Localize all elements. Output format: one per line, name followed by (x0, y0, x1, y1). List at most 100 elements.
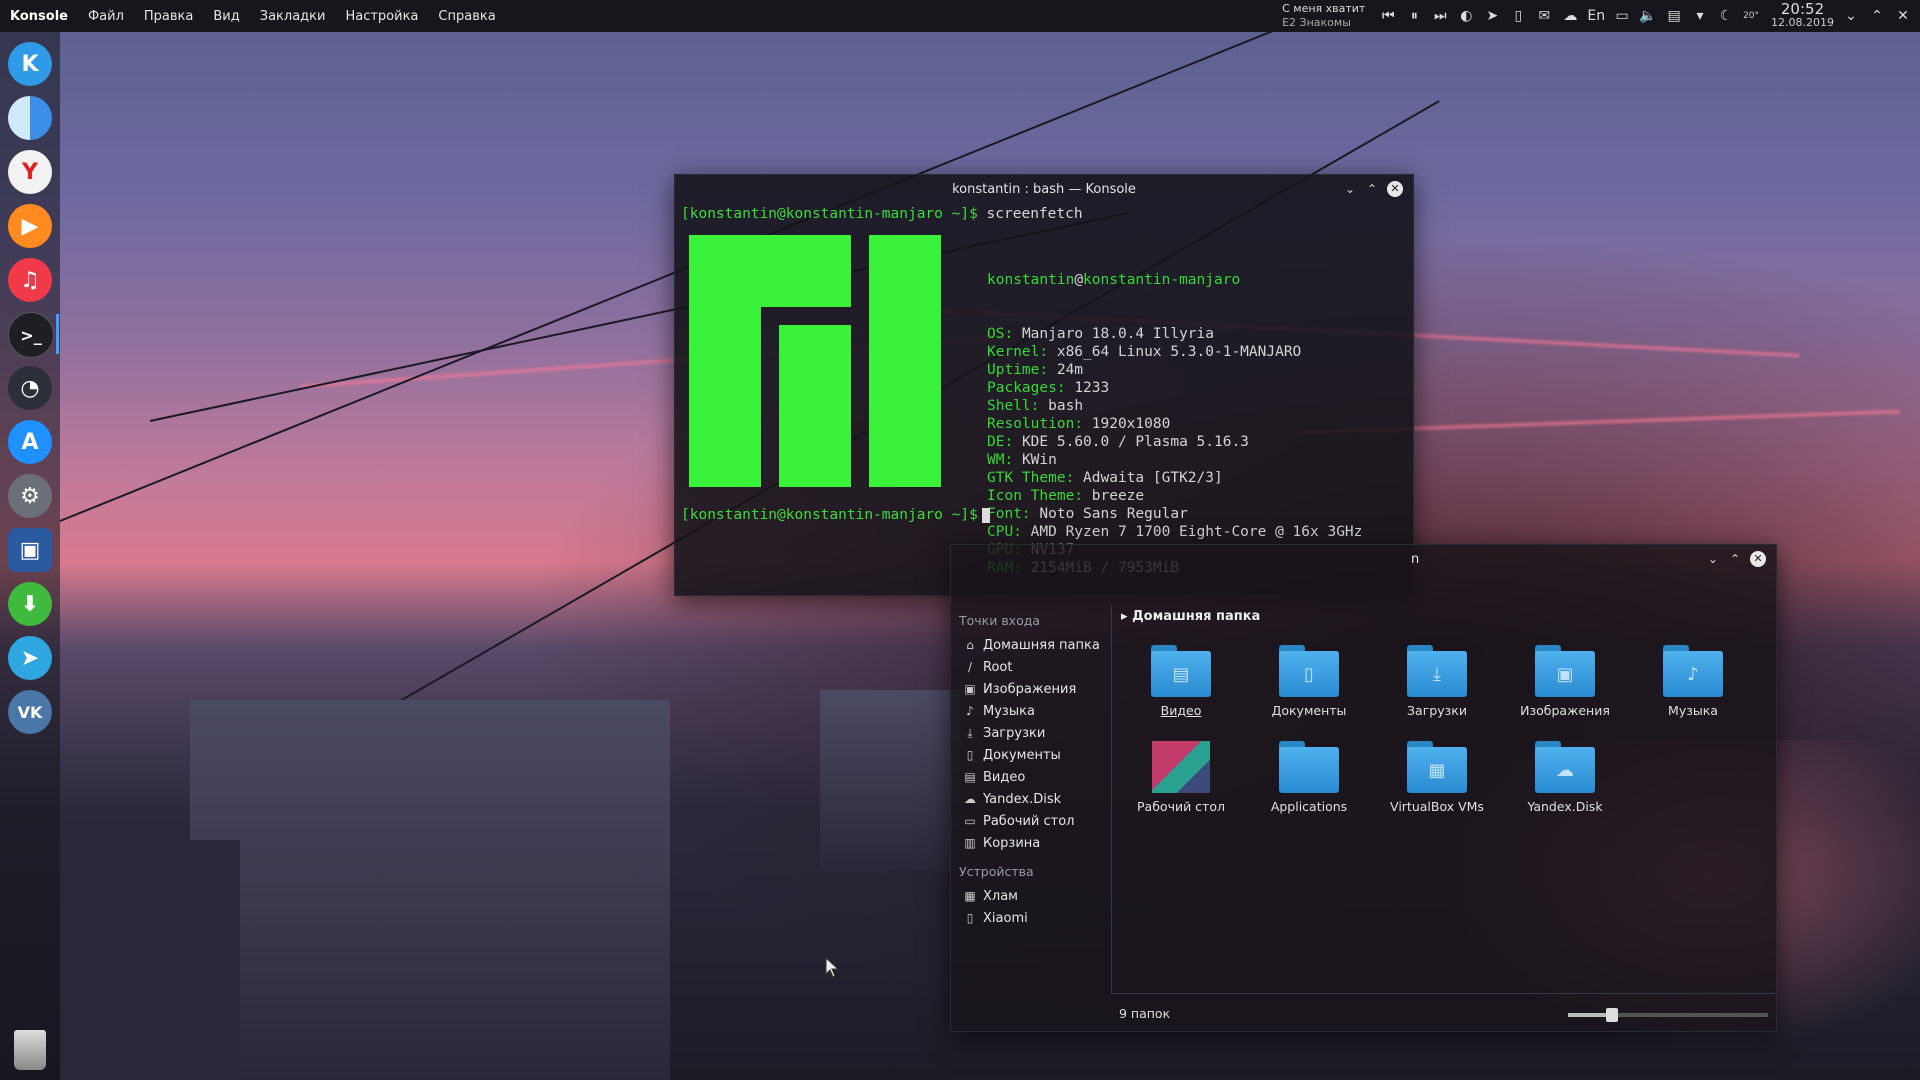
sysinfo-key: GTK Theme: (987, 470, 1075, 486)
close-button[interactable]: ✕ (1387, 181, 1403, 197)
finder-icon[interactable] (8, 96, 52, 140)
player-icon[interactable]: ▶ (8, 204, 52, 248)
download-icon[interactable]: ⬇ (8, 582, 52, 626)
terminal-icon[interactable]: >_ (8, 312, 54, 358)
place-item[interactable]: ▯ Xiaomi (959, 907, 1109, 929)
speedometer-icon[interactable]: ◔ (8, 366, 52, 410)
home-icon: ⌂ (966, 638, 974, 652)
music-note-icon: ♪ (1663, 645, 1723, 697)
minimize-button[interactable]: ⌄ (1343, 182, 1357, 196)
file-item[interactable]: ☁ Yandex.Disk (1505, 741, 1625, 814)
terminal-prompt-active[interactable]: [konstantin@konstantin-manjaro ~]$ (681, 507, 990, 523)
file-item[interactable]: Рабочий стол (1121, 741, 1241, 814)
place-item[interactable]: ⌂ Домашняя папка (959, 634, 1109, 656)
konsole-window[interactable]: konstantin : bash — Konsole ⌄ ⌃ ✕ [konst… (674, 174, 1414, 596)
sysinfo-key: Kernel: (987, 344, 1049, 360)
sysinfo-key: OS: (987, 326, 1014, 342)
place-item[interactable]: ☁ Yandex.Disk (959, 788, 1109, 810)
konsole-titlebar[interactable]: konstantin : bash — Konsole ⌄ ⌃ ✕ (675, 175, 1413, 203)
now-playing-artist: Е2 Знакомы (1282, 16, 1351, 29)
place-item[interactable]: ▤ Видео (959, 766, 1109, 788)
menu-settings[interactable]: Настройка (335, 9, 428, 24)
yandex-browser-icon[interactable]: Y (8, 150, 52, 194)
previous-icon[interactable]: ⏮ (1379, 8, 1397, 24)
place-item[interactable]: ▯ Документы (959, 744, 1109, 766)
clipboard-icon[interactable]: ▤ (1665, 8, 1683, 24)
place-item[interactable]: ⤓ Загрузки (959, 722, 1109, 744)
next-icon[interactable]: ⏭ (1431, 8, 1449, 24)
menu-bookmarks[interactable]: Закладки (250, 9, 336, 24)
trash-icon[interactable] (14, 1030, 46, 1070)
download-icon: ⤓ (967, 725, 973, 740)
file-item[interactable]: Applications (1249, 741, 1369, 814)
sysinfo-line: Packages: 1233 (987, 379, 1362, 397)
close-icon[interactable]: ✕ (1894, 8, 1912, 24)
usb-icon[interactable]: ▯ (1509, 8, 1527, 24)
place-label: Yandex.Disk (983, 791, 1062, 807)
minimize-button[interactable]: ⌄ (1706, 552, 1720, 566)
mail-icon[interactable]: ✉ (1535, 8, 1553, 24)
digital-clock[interactable]: 20:52 12.08.2019 (1771, 2, 1834, 30)
file-item[interactable]: ▦ VirtualBox VMs (1377, 741, 1497, 814)
volume-icon[interactable]: 🔈 (1639, 8, 1657, 24)
sysinfo-value: 24m (1056, 362, 1084, 378)
chevron-up-icon[interactable]: ⌃ (1868, 8, 1886, 24)
file-label: VirtualBox VMs (1390, 799, 1484, 814)
file-item[interactable]: ▤ Видео (1121, 645, 1241, 718)
top-panel: Konsole Файл Правка Вид Закладки Настрой… (0, 0, 1920, 32)
close-button[interactable]: ✕ (1750, 551, 1766, 567)
now-playing[interactable]: С меня хватит Е2 Знакомы (1282, 2, 1365, 30)
sysinfo-value: Adwaita [GTK2/3] (1083, 470, 1223, 486)
weather-icon[interactable]: ☾ (1717, 8, 1735, 24)
menu-file[interactable]: Файл (78, 9, 134, 24)
sysinfo-key: CPU: (987, 524, 1022, 540)
pause-icon[interactable]: ⏸ (1405, 8, 1423, 24)
place-item[interactable]: ▭ Рабочий стол (959, 810, 1109, 832)
cloud-icon[interactable]: ☁ (1561, 8, 1579, 24)
weather-temp: 20° (1743, 11, 1760, 21)
file-item[interactable]: ▯ Документы (1249, 645, 1369, 718)
panel-divider[interactable] (1111, 605, 1112, 993)
terminal-line-1[interactable]: [konstantin@konstantin-manjaro ~]$ scree… (675, 203, 1413, 225)
place-item[interactable]: ♪ Музыка (959, 700, 1109, 722)
zoom-slider[interactable] (1568, 1008, 1768, 1022)
telegram-icon[interactable]: ➤ (8, 636, 52, 680)
sysinfo-value: Manjaro 18.0.4 Illyria (1021, 326, 1214, 342)
breadcrumb[interactable]: ▸ Домашняя папка (1121, 609, 1260, 624)
display-icon[interactable]: ▭ (1613, 8, 1631, 24)
file-item[interactable]: ⤓ Загрузки (1377, 645, 1497, 718)
place-item[interactable]: ▥ Корзина (959, 832, 1109, 854)
place-label: Xiaomi (983, 910, 1028, 926)
place-label: Хлам (983, 888, 1018, 904)
place-item[interactable]: / Root (959, 656, 1109, 678)
chevron-down-icon[interactable]: ▾ (1691, 8, 1709, 24)
screenshot-icon[interactable]: ▣ (8, 528, 52, 572)
kde-icon[interactable]: K (8, 42, 52, 86)
zoom-handle[interactable] (1606, 1008, 1618, 1022)
settings-icon[interactable]: ⚙ (8, 474, 52, 518)
palette-icon[interactable]: ◐ (1457, 8, 1475, 24)
menu-edit[interactable]: Правка (134, 9, 203, 24)
devices-header: Устройства (959, 864, 1034, 879)
file-manager-titlebar[interactable]: n ⌄ ⌃ ✕ (951, 545, 1776, 573)
image-icon: ▣ (1535, 645, 1595, 697)
file-item[interactable]: ▣ Изображения (1505, 645, 1625, 718)
telegram-icon[interactable]: ➤ (1483, 8, 1501, 24)
user-host-line: konstantin@konstantin-manjaro (987, 272, 1241, 288)
place-item[interactable]: ▦ Хлам (959, 885, 1109, 907)
menu-help[interactable]: Справка (428, 9, 505, 24)
keyboard-layout[interactable]: En (1587, 8, 1605, 24)
file-manager-window[interactable]: n ⌄ ⌃ ✕ Точки входа ⌂ Домашняя папка / Root… (950, 544, 1777, 1032)
place-item[interactable]: ▣ Изображения (959, 678, 1109, 700)
file-item[interactable]: ♪ Музыка (1633, 645, 1753, 718)
appstore-icon[interactable]: A (8, 420, 52, 464)
vk-icon[interactable]: VK (8, 690, 52, 734)
maximize-button[interactable]: ⌃ (1365, 182, 1379, 196)
active-indicator (56, 314, 59, 354)
music-icon[interactable]: ♫ (8, 258, 52, 302)
maximize-button[interactable]: ⌃ (1728, 552, 1742, 566)
chevron-down-icon[interactable]: ⌄ (1842, 8, 1860, 24)
menu-view[interactable]: Вид (203, 9, 249, 24)
image-icon: ▣ (964, 682, 976, 696)
breadcrumb-home[interactable]: Домашняя папка (1132, 609, 1260, 624)
